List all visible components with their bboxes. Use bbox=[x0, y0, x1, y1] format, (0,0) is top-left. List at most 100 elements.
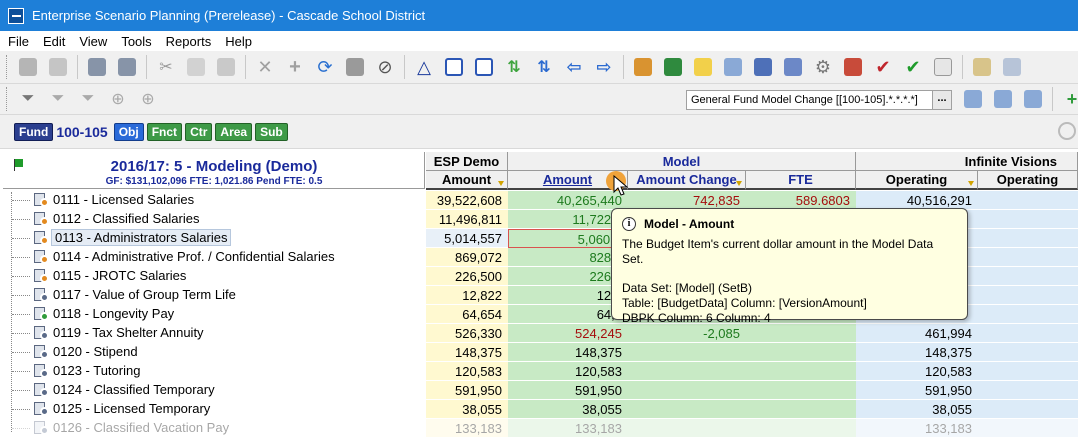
filter-marker-icon[interactable] bbox=[498, 181, 504, 186]
esp-amount-cell[interactable]: 12,822 bbox=[426, 286, 508, 305]
filter-marker-icon[interactable] bbox=[736, 181, 742, 186]
target-alt-icon[interactable]: ⊕ bbox=[136, 87, 160, 111]
fte-cell[interactable] bbox=[746, 362, 856, 381]
notes-icon[interactable] bbox=[691, 55, 715, 79]
operating-cell[interactable]: 591,950 bbox=[856, 381, 978, 400]
copy-icon[interactable] bbox=[184, 55, 208, 79]
database-icon[interactable] bbox=[751, 55, 775, 79]
operating-2-cell[interactable] bbox=[978, 400, 1078, 419]
layout-icon[interactable] bbox=[961, 87, 985, 111]
filter-clear-icon[interactable]: ⏷ bbox=[76, 87, 100, 111]
model-amount-cell[interactable]: 133,183 bbox=[508, 419, 628, 438]
model-amount-cell[interactable]: 5,060,1 bbox=[508, 229, 628, 248]
operating-2-cell[interactable] bbox=[978, 343, 1078, 362]
menu-edit[interactable]: Edit bbox=[43, 34, 65, 49]
amount-change-cell[interactable] bbox=[628, 381, 746, 400]
grid-view-icon[interactable] bbox=[721, 55, 745, 79]
calculator-icon[interactable] bbox=[631, 55, 655, 79]
operating-2-cell[interactable] bbox=[978, 267, 1078, 286]
esp-amount-cell[interactable]: 226,500 bbox=[426, 267, 508, 286]
model-amount-cell[interactable]: 11,722,5 bbox=[508, 210, 628, 229]
tools-icon[interactable] bbox=[841, 55, 865, 79]
model-amount-cell[interactable]: 12,8 bbox=[508, 286, 628, 305]
fte-cell[interactable] bbox=[746, 343, 856, 362]
arrow-right-icon[interactable]: ⇨ bbox=[592, 55, 616, 79]
cancel-icon[interactable]: ⊘ bbox=[373, 55, 397, 79]
column-header-operating[interactable]: Operating bbox=[856, 171, 978, 190]
table-row[interactable]: 0120 - Stipend 148,375 148,375 148,375 bbox=[0, 343, 1078, 362]
operating-2-cell[interactable] bbox=[978, 191, 1078, 210]
layout-down-icon[interactable] bbox=[991, 87, 1015, 111]
operating-2-cell[interactable] bbox=[978, 305, 1078, 324]
esp-amount-cell[interactable]: 120,583 bbox=[426, 362, 508, 381]
layout-up-icon[interactable] bbox=[1021, 87, 1045, 111]
operating-cell[interactable]: 461,994 bbox=[856, 324, 978, 343]
column-header-operating-2[interactable]: Operating bbox=[978, 171, 1078, 190]
fte-cell[interactable] bbox=[746, 324, 856, 343]
settings-icon[interactable]: ⚙ bbox=[811, 55, 835, 79]
table-row[interactable]: 0123 - Tutoring 120,583 120,583 120,583 bbox=[0, 362, 1078, 381]
model-amount-cell[interactable]: 120,583 bbox=[508, 362, 628, 381]
move-down-icon[interactable]: ⇅ bbox=[532, 55, 556, 79]
operating-2-cell[interactable] bbox=[978, 248, 1078, 267]
search-data-icon[interactable] bbox=[115, 55, 139, 79]
table-row[interactable]: 0125 - Licensed Temporary 38,055 38,055 … bbox=[0, 400, 1078, 419]
paste-icon[interactable] bbox=[214, 55, 238, 79]
model-amount-cell[interactable]: 828,6 bbox=[508, 248, 628, 267]
cut-icon[interactable]: ✂ bbox=[154, 55, 178, 79]
esp-amount-cell[interactable]: 591,950 bbox=[426, 381, 508, 400]
menu-view[interactable]: View bbox=[79, 34, 107, 49]
menu-help[interactable]: Help bbox=[225, 34, 252, 49]
delete-icon[interactable]: ✕ bbox=[253, 55, 277, 79]
operating-2-cell[interactable] bbox=[978, 324, 1078, 343]
excel-icon[interactable] bbox=[661, 55, 685, 79]
model-amount-cell[interactable]: 64,6 bbox=[508, 305, 628, 324]
column-header-esp-amount[interactable]: Amount bbox=[426, 171, 508, 190]
esp-amount-cell[interactable]: 148,375 bbox=[426, 343, 508, 362]
expand-icon[interactable] bbox=[442, 55, 466, 79]
open-data-icon[interactable] bbox=[85, 55, 109, 79]
filter-add-icon[interactable]: ⏷ bbox=[46, 87, 70, 111]
approve-icon[interactable]: ✔ bbox=[901, 55, 925, 79]
operating-cell[interactable]: 148,375 bbox=[856, 343, 978, 362]
obj-tag[interactable]: Obj bbox=[113, 122, 144, 141]
menu-reports[interactable]: Reports bbox=[166, 34, 212, 49]
fnct-tag[interactable]: Fnct bbox=[146, 122, 183, 141]
model-amount-cell[interactable]: 226,5 bbox=[508, 267, 628, 286]
combo-browse-button[interactable]: ... bbox=[932, 91, 951, 109]
operating-2-cell[interactable] bbox=[978, 381, 1078, 400]
fte-cell[interactable] bbox=[746, 381, 856, 400]
menu-tools[interactable]: Tools bbox=[121, 34, 151, 49]
toolbar-grip[interactable] bbox=[6, 87, 9, 111]
window-icon[interactable] bbox=[931, 55, 955, 79]
column-header-amount-change[interactable]: Amount Change bbox=[628, 171, 746, 190]
edit-document-icon[interactable] bbox=[46, 55, 70, 79]
sort-icon[interactable]: ⇅ bbox=[502, 55, 526, 79]
esp-amount-cell[interactable]: 11,496,811 bbox=[426, 210, 508, 229]
menu-file[interactable]: File bbox=[8, 34, 29, 49]
amount-change-cell[interactable] bbox=[628, 362, 746, 381]
collapse-icon[interactable] bbox=[472, 55, 496, 79]
operating-cell[interactable]: 133,183 bbox=[856, 419, 978, 438]
operating-cell[interactable]: 120,583 bbox=[856, 362, 978, 381]
save-icon[interactable] bbox=[16, 55, 40, 79]
print-icon[interactable] bbox=[1000, 55, 1024, 79]
scope-icon[interactable] bbox=[1058, 122, 1076, 140]
operating-2-cell[interactable] bbox=[978, 229, 1078, 248]
esp-amount-cell[interactable]: 5,014,557 bbox=[426, 229, 508, 248]
operating-2-cell[interactable] bbox=[978, 362, 1078, 381]
filter-marker-icon[interactable] bbox=[968, 181, 974, 186]
toolbar-grip[interactable] bbox=[6, 55, 9, 79]
sub-tag[interactable]: Sub bbox=[255, 122, 288, 141]
column-header-fte[interactable]: FTE bbox=[746, 171, 856, 190]
amount-change-cell[interactable] bbox=[628, 343, 746, 362]
add-layout-icon[interactable]: + bbox=[1060, 87, 1078, 111]
amount-change-cell[interactable]: -2,085 bbox=[628, 324, 746, 343]
table-row[interactable]: 0119 - Tax Shelter Annuity 526,330 524,2… bbox=[0, 324, 1078, 343]
filter-icon[interactable]: ⏷ bbox=[16, 87, 40, 111]
recalc-icon[interactable] bbox=[343, 55, 367, 79]
users-icon[interactable] bbox=[781, 55, 805, 79]
fund-tag[interactable]: Fund bbox=[14, 122, 54, 141]
refresh-icon[interactable]: ⟳ bbox=[313, 55, 337, 79]
amount-change-cell[interactable] bbox=[628, 400, 746, 419]
